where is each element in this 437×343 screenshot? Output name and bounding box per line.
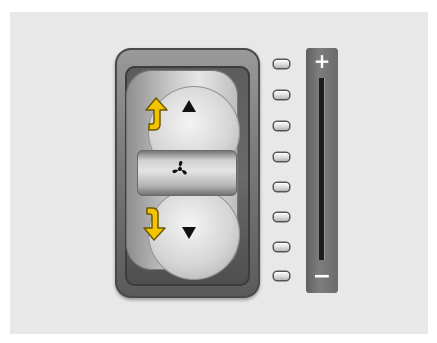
level-minus-label: − bbox=[312, 264, 332, 289]
down-triangle-icon bbox=[182, 227, 196, 239]
fan-icon bbox=[172, 161, 187, 175]
fan-level-indicator-1 bbox=[274, 272, 289, 280]
level-plus-label: + bbox=[313, 49, 331, 73]
fan-level-scale: + − bbox=[306, 48, 338, 293]
fan-level-indicator-6 bbox=[274, 122, 289, 130]
fan-level-indicator-2 bbox=[274, 243, 289, 251]
fan-level-indicator-8 bbox=[274, 60, 289, 68]
fan-level-indicator-5 bbox=[274, 153, 289, 161]
arrow-up-icon bbox=[145, 97, 168, 131]
up-triangle-icon bbox=[182, 100, 196, 112]
fan-level-indicator-7 bbox=[274, 91, 289, 99]
level-track bbox=[319, 78, 324, 260]
arrow-down-icon bbox=[143, 207, 166, 241]
fan-level-indicator-3 bbox=[274, 213, 289, 221]
fan-level-indicator-4 bbox=[274, 183, 289, 191]
